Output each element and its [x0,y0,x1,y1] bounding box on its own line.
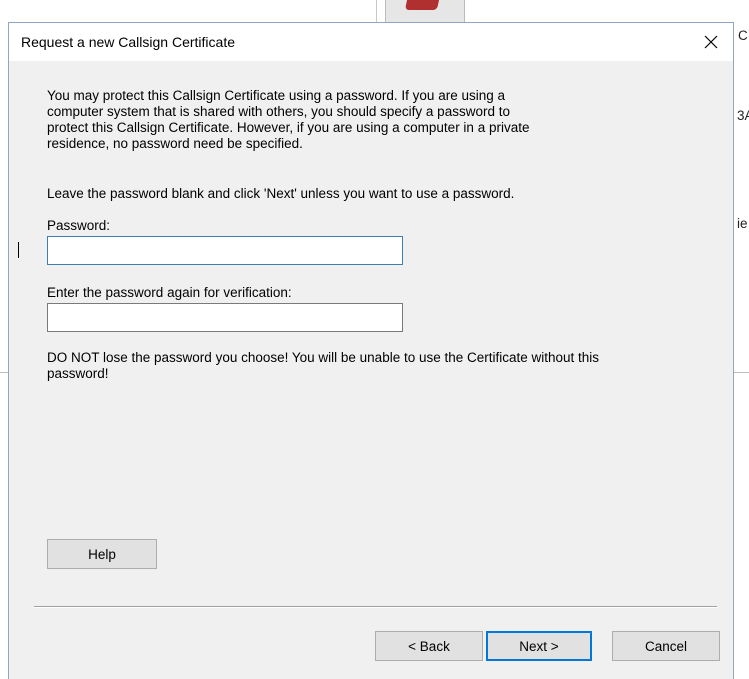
intro-line: You may protect this Callsign Certificat… [47,88,505,103]
dialog-title: Request a new Callsign Certificate [21,34,235,50]
dialog-content: You may protect this Callsign Certificat… [9,61,733,679]
next-button[interactable]: Next > [486,631,592,661]
close-icon [704,35,718,49]
intro-line: computer system that is shared with othe… [47,104,510,119]
background-text-fragment: C [738,28,748,43]
help-button[interactable]: Help [47,539,157,569]
intro-text: You may protect this Callsign Certificat… [47,88,529,152]
text-cursor [18,242,19,258]
close-button[interactable] [689,23,733,61]
password-label: Password: [47,218,111,233]
back-button[interactable]: < Back [375,631,483,661]
instruction-text: Leave the password blank and click 'Next… [47,186,515,201]
intro-line: residence, no password need be specified… [47,136,303,151]
verify-password-label: Enter the password again for verificatio… [47,285,292,300]
background-text-fragment: ie [737,216,748,231]
dialog-titlebar: Request a new Callsign Certificate [9,23,733,61]
intro-line: protect this Callsign Certificate. Howev… [47,120,530,135]
background-divider [734,372,749,373]
background-divider [0,372,8,373]
background-window-divider [376,0,377,22]
warning-text: DO NOT lose the password you choose! You… [47,350,599,382]
cancel-button[interactable]: Cancel [612,631,720,661]
background-certificate-icon [385,0,465,22]
button-separator-highlight [34,607,717,608]
certificate-request-dialog: Request a new Callsign Certificate You m… [8,22,734,679]
password-input[interactable] [47,236,403,265]
warning-line: password! [47,366,109,381]
warning-line: DO NOT lose the password you choose! You… [47,350,600,365]
verify-password-input[interactable] [47,303,403,332]
background-text-fragment: 3A [737,108,749,123]
